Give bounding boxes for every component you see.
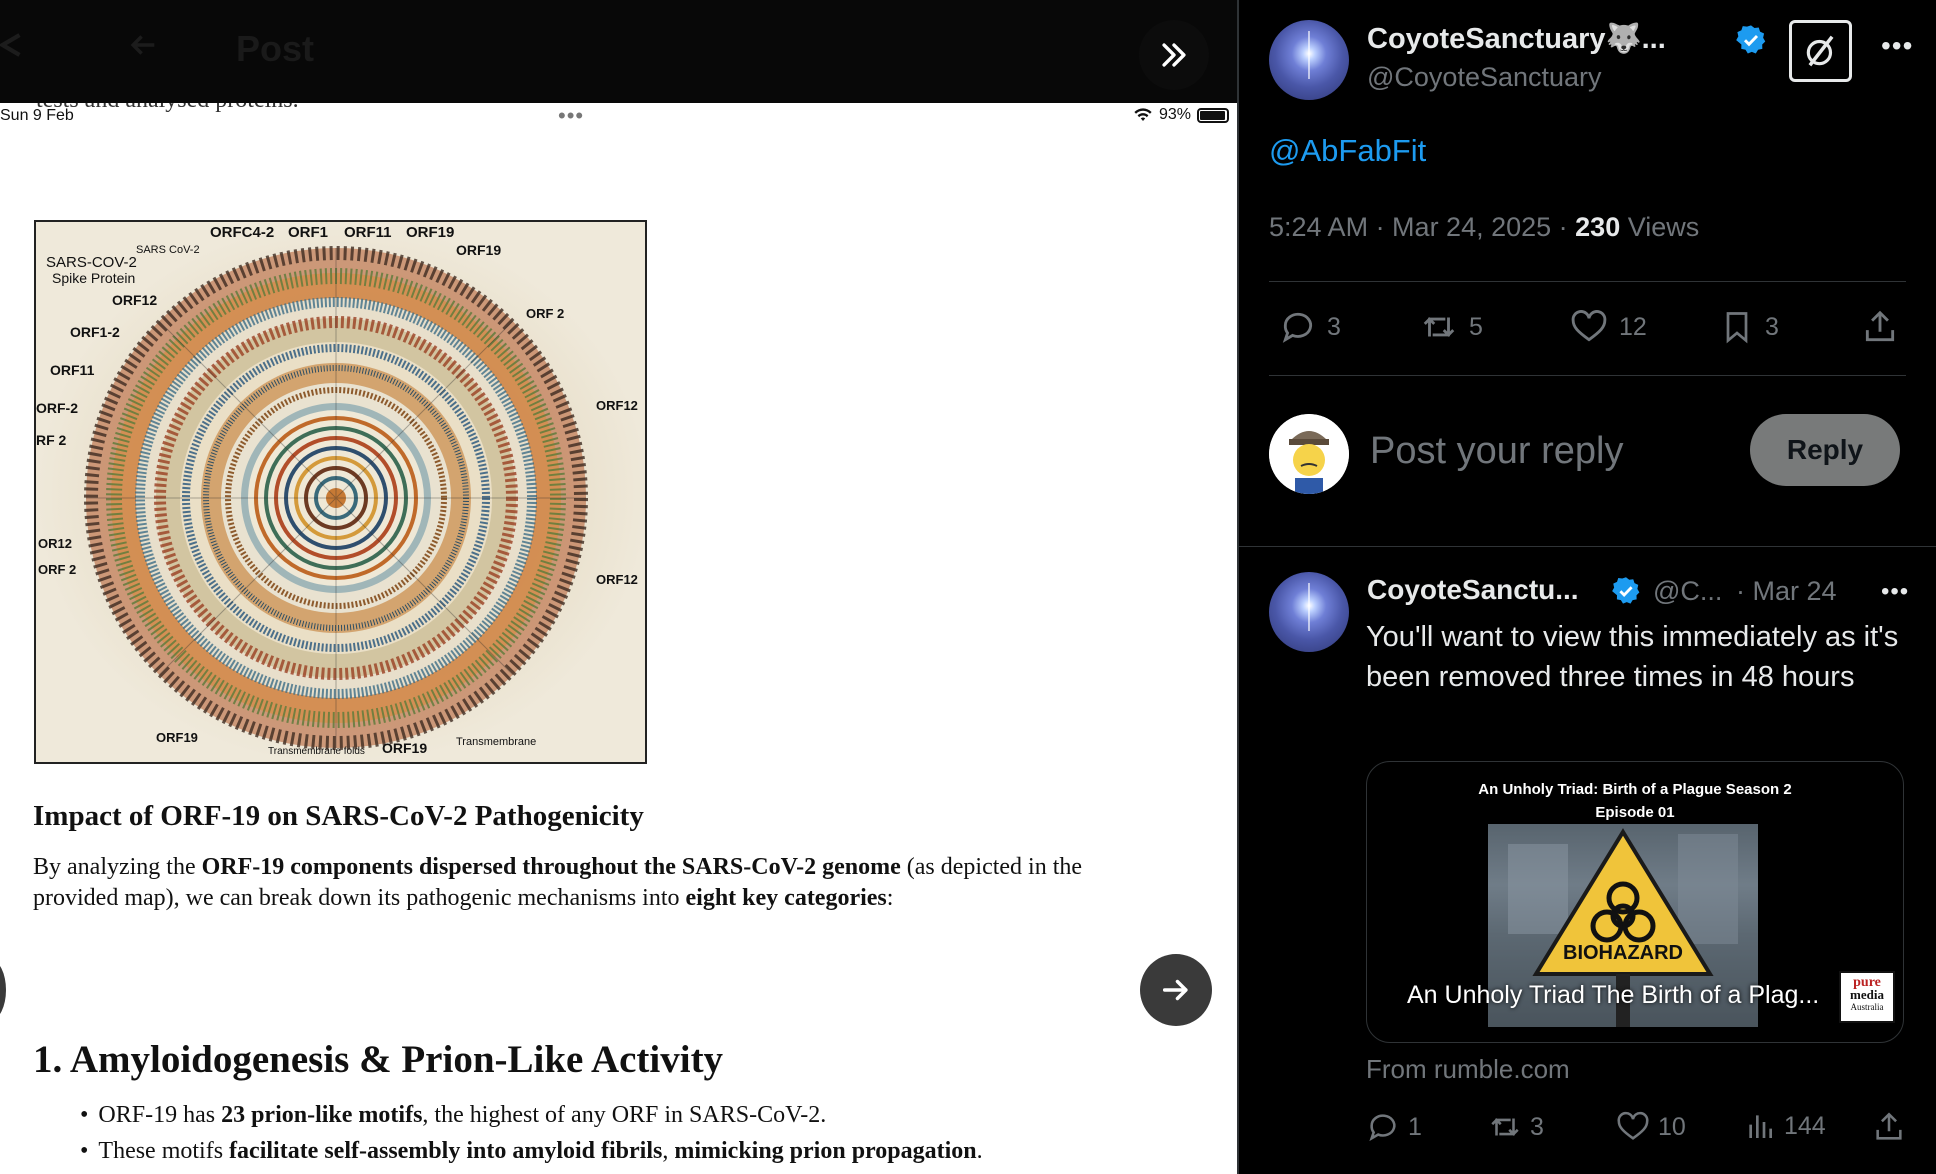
repost-button[interactable]: 5: [1419, 308, 1483, 346]
share-icon: [1865, 310, 1895, 342]
figure-label: ORFC4-2: [210, 224, 275, 241]
grok-icon: [1806, 35, 1833, 67]
previous-media-button[interactable]: [0, 960, 6, 1020]
like-button[interactable]: 10: [1616, 1110, 1686, 1144]
share-icon: [1876, 1112, 1902, 1140]
double-chevron-right-icon: [1162, 43, 1186, 67]
analytics-icon: [1749, 1115, 1772, 1138]
figure-label: ORF11: [50, 362, 95, 378]
section-heading: 1. Amyloidogenesis & Prion-Like Activity: [33, 1038, 724, 1081]
figure-label: ORF19: [406, 224, 455, 241]
avatar[interactable]: [1269, 20, 1349, 100]
reply-actions: 1 3 10 144: [1366, 1110, 1906, 1150]
figure-label: OR12: [38, 536, 72, 551]
figure-label: SARS-COV-2: [46, 254, 137, 271]
battery-percent: 93%: [1158, 106, 1191, 123]
article-heading: Impact of ORF-19 on SARS-CoV-2 Pathogeni…: [33, 800, 644, 832]
divider: [1269, 375, 1906, 376]
mention-link[interactable]: @AbFabFit: [1269, 133, 1426, 169]
article-paragraph: By analyzing the ORF-19 components dispe…: [33, 854, 1083, 911]
author-name[interactable]: CoyoteSanctuary🐺...: [1367, 22, 1666, 56]
screenshot-status-bar: tests and analysed proteins. Sun 9 Feb •…: [0, 87, 1237, 131]
video-link-card[interactable]: An Unholy Triad: Birth of a Plague Seaso…: [1366, 761, 1904, 1043]
grok-button[interactable]: [1789, 20, 1852, 82]
page-title: Post: [236, 28, 315, 69]
figure-label: ORF19: [156, 730, 198, 745]
views-button[interactable]: 144: [1744, 1110, 1826, 1142]
figure-label: ORF-2: [36, 400, 78, 416]
more-options-icon[interactable]: •••: [1881, 578, 1909, 606]
figure-label: ORF12: [112, 292, 158, 308]
biohazard-sign-text: BIOHAZARD: [1563, 942, 1683, 964]
battery-icon: [1197, 107, 1229, 123]
user-avatar[interactable]: [1269, 414, 1349, 494]
repost-icon: [1423, 317, 1455, 337]
bullet-item: These motifs facilitate self-assembly in…: [80, 1133, 982, 1169]
collapse-panel-button[interactable]: [1139, 20, 1209, 90]
bookmark-icon: [1726, 312, 1748, 344]
card-source[interactable]: From rumble.com: [1366, 1054, 1570, 1085]
arrow-right-icon: [1162, 979, 1188, 1001]
status-right: 93%: [1133, 106, 1229, 124]
more-options-icon[interactable]: •••: [1881, 30, 1913, 62]
figure-label: ORF1-2: [70, 324, 120, 340]
verified-badge-icon: [1612, 577, 1640, 604]
pure-media-logo: pure media Australia: [1839, 971, 1895, 1023]
media-top-bar: Post: [0, 0, 1237, 103]
bullet-item: ORF-19 has 23 prion-like motifs, the hig…: [80, 1097, 983, 1133]
figure-label: SARS CoV-2: [136, 244, 200, 256]
reply-button[interactable]: 1: [1366, 1110, 1422, 1144]
figure-label: ORF19: [382, 740, 428, 756]
share-button[interactable]: [1861, 308, 1899, 346]
genome-map-image: ORFC4-2 ORF1 ORF11 ORF19 SARS CoV-2 ORF1…: [34, 220, 647, 764]
reply-button[interactable]: 3: [1279, 308, 1341, 346]
share-button[interactable]: [1872, 1110, 1906, 1144]
bookmark-button[interactable]: 3: [1719, 308, 1779, 346]
close-icon[interactable]: [0, 28, 28, 71]
reply-date[interactable]: · Mar 24: [1736, 576, 1837, 607]
reply-icon: [1369, 1114, 1396, 1142]
status-time: Sun 9 Feb: [0, 107, 74, 124]
figure-label: ORF12: [596, 398, 638, 413]
more-dots-icon: •••: [558, 103, 585, 128]
author-handle[interactable]: @CoyoteSanctuary: [1367, 62, 1602, 93]
card-title: An Unholy Triad: Birth of a Plague Seaso…: [1478, 781, 1792, 821]
next-media-button[interactable]: [1140, 954, 1212, 1026]
figure-label: ORF11: [344, 224, 392, 241]
figure-label: ORF12: [596, 572, 638, 587]
post-actions: 3 5 12 3: [1279, 308, 1899, 352]
reply-submit-button[interactable]: Reply: [1750, 414, 1900, 486]
figure-label: ORF19: [456, 242, 502, 258]
divider: [1239, 546, 1936, 547]
media-viewer: tests and analysed proteins. Sun 9 Feb •…: [0, 0, 1237, 1174]
post-meta: 5:24 AM · Mar 24, 2025 · 230 Views: [1269, 212, 1700, 242]
verified-badge-icon: [1736, 25, 1766, 54]
figure-label: Spike Protein: [52, 270, 136, 286]
repost-button[interactable]: 3: [1488, 1110, 1544, 1144]
wifi-icon: [1134, 108, 1152, 121]
back-arrow-icon[interactable]: [126, 28, 160, 71]
reply-text: You'll want to view this immediately as …: [1366, 621, 1899, 693]
repost-icon: [1491, 1118, 1519, 1136]
figure-label: ORF1: [288, 224, 329, 241]
heart-icon: [1617, 1111, 1649, 1140]
bullet-list: ORF-19 has 23 prion-like motifs, the hig…: [80, 1097, 983, 1169]
reply-author-name[interactable]: CoyoteSanctu...: [1367, 574, 1579, 606]
figure-label: ORF 2: [38, 562, 77, 577]
figure-label: Transmembrane: [456, 736, 537, 748]
figure-label: RF 2: [36, 432, 67, 448]
reply-handle[interactable]: @C...: [1653, 576, 1722, 607]
like-button[interactable]: 12: [1569, 308, 1647, 346]
reply-icon: [1282, 312, 1313, 343]
reply-input[interactable]: Post your reply: [1370, 430, 1623, 473]
heart-icon: [1571, 310, 1607, 342]
post-detail-pane: CoyoteSanctuary🐺... @CoyoteSanctuary •••…: [1239, 0, 1936, 1174]
figure-label: ORF 2: [526, 306, 565, 321]
avatar[interactable]: [1269, 572, 1349, 652]
figure-label: Transmembrane folds: [268, 746, 365, 757]
divider: [1269, 281, 1906, 282]
video-caption: An Unholy Triad The Birth of a Plag...: [1407, 981, 1820, 1009]
